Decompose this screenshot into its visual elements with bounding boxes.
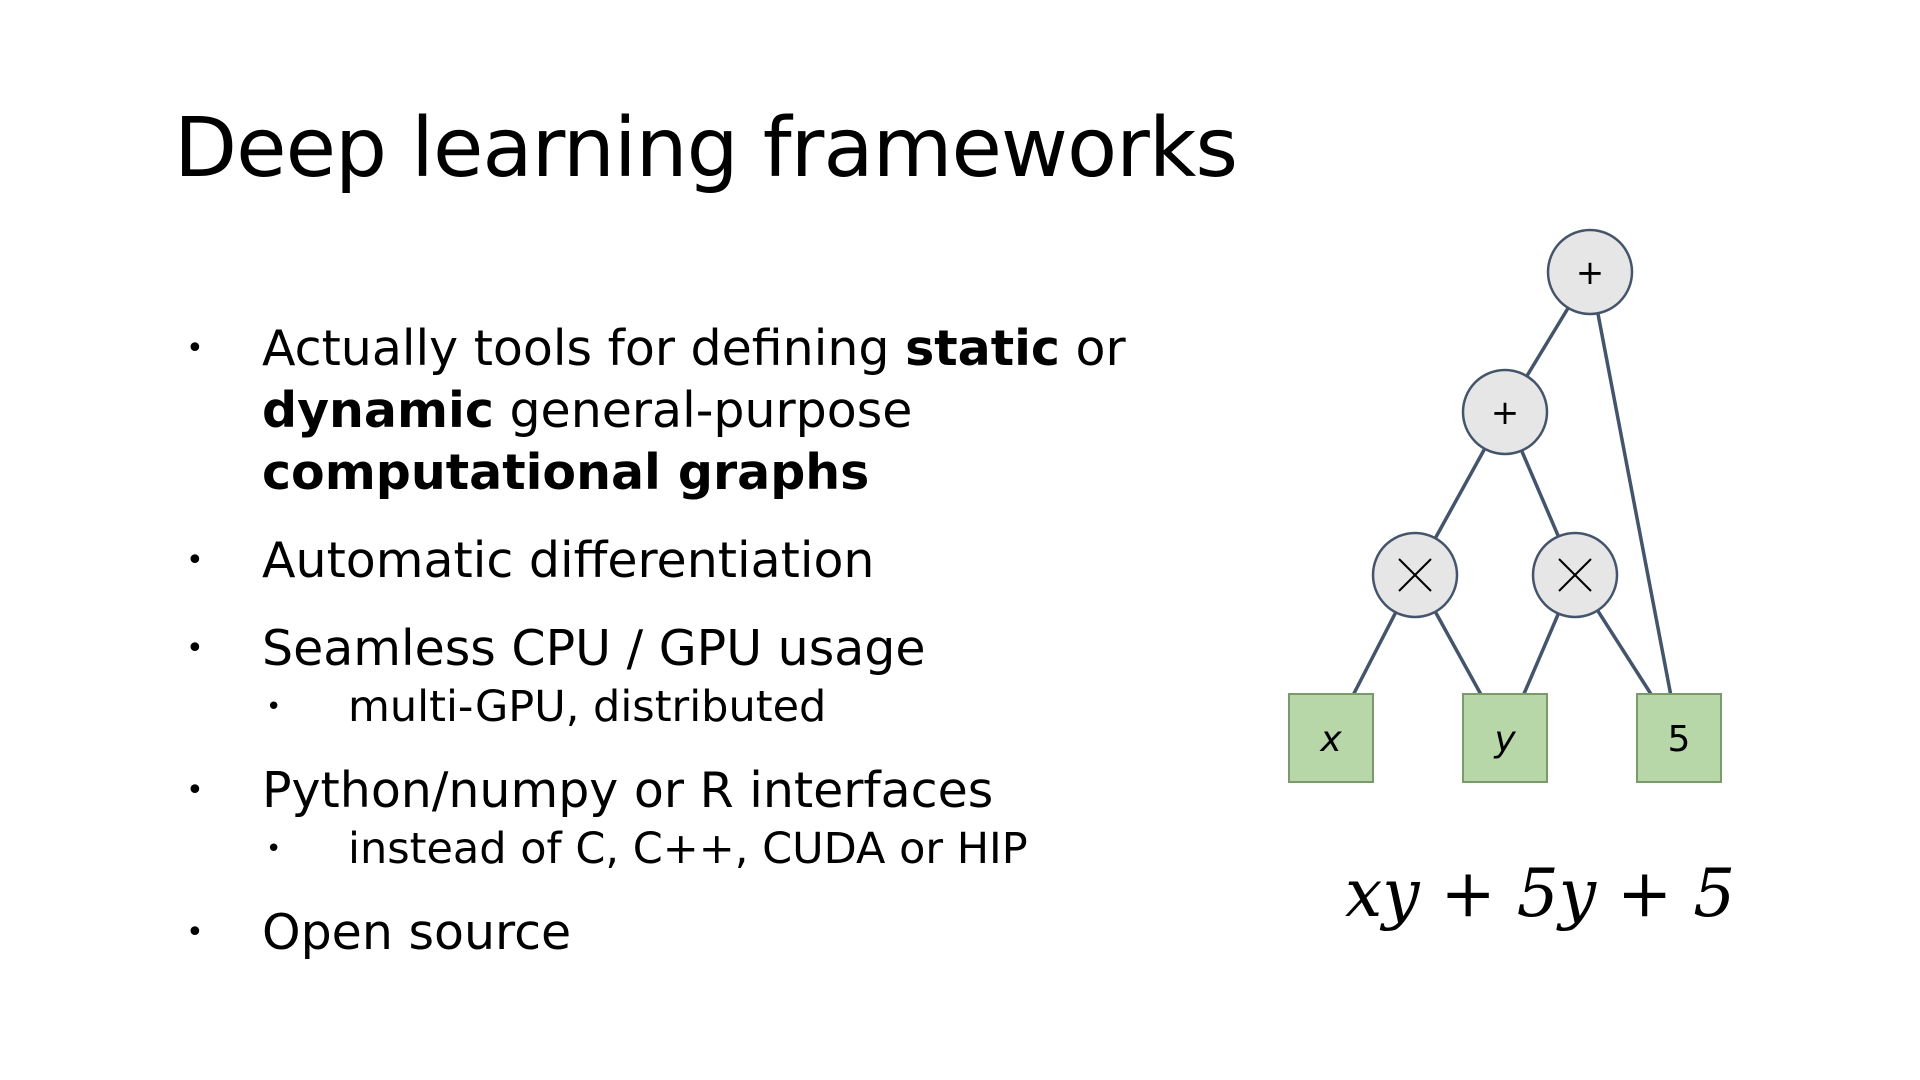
graph-edge — [1596, 609, 1653, 695]
op-label: + — [1491, 393, 1520, 433]
multiply-node — [1371, 531, 1459, 619]
graph-formula: xy + 5y + 5 — [1345, 855, 1736, 932]
graph-edge — [1352, 611, 1398, 695]
graph-edge — [1433, 610, 1483, 695]
graph-edge — [1525, 306, 1570, 378]
leaf-node-y: y — [1462, 693, 1548, 783]
leaf-node-x: x — [1288, 693, 1374, 783]
graph-edge — [1522, 612, 1561, 695]
graph-edge — [1433, 447, 1487, 540]
add-node: + — [1546, 228, 1634, 316]
add-node: + — [1461, 368, 1549, 456]
op-label: + — [1576, 253, 1605, 293]
graph-edge — [1596, 312, 1673, 695]
graph-edge — [1519, 449, 1561, 538]
leaf-label: x — [1319, 719, 1342, 760]
graph-nodes: + + x y 5 — [1288, 228, 1722, 783]
multiply-node — [1531, 531, 1619, 619]
leaf-node-five: 5 — [1636, 693, 1722, 783]
leaf-label: 5 — [1668, 719, 1691, 760]
graph-edges — [1352, 306, 1673, 695]
leaf-label: y — [1493, 719, 1516, 760]
